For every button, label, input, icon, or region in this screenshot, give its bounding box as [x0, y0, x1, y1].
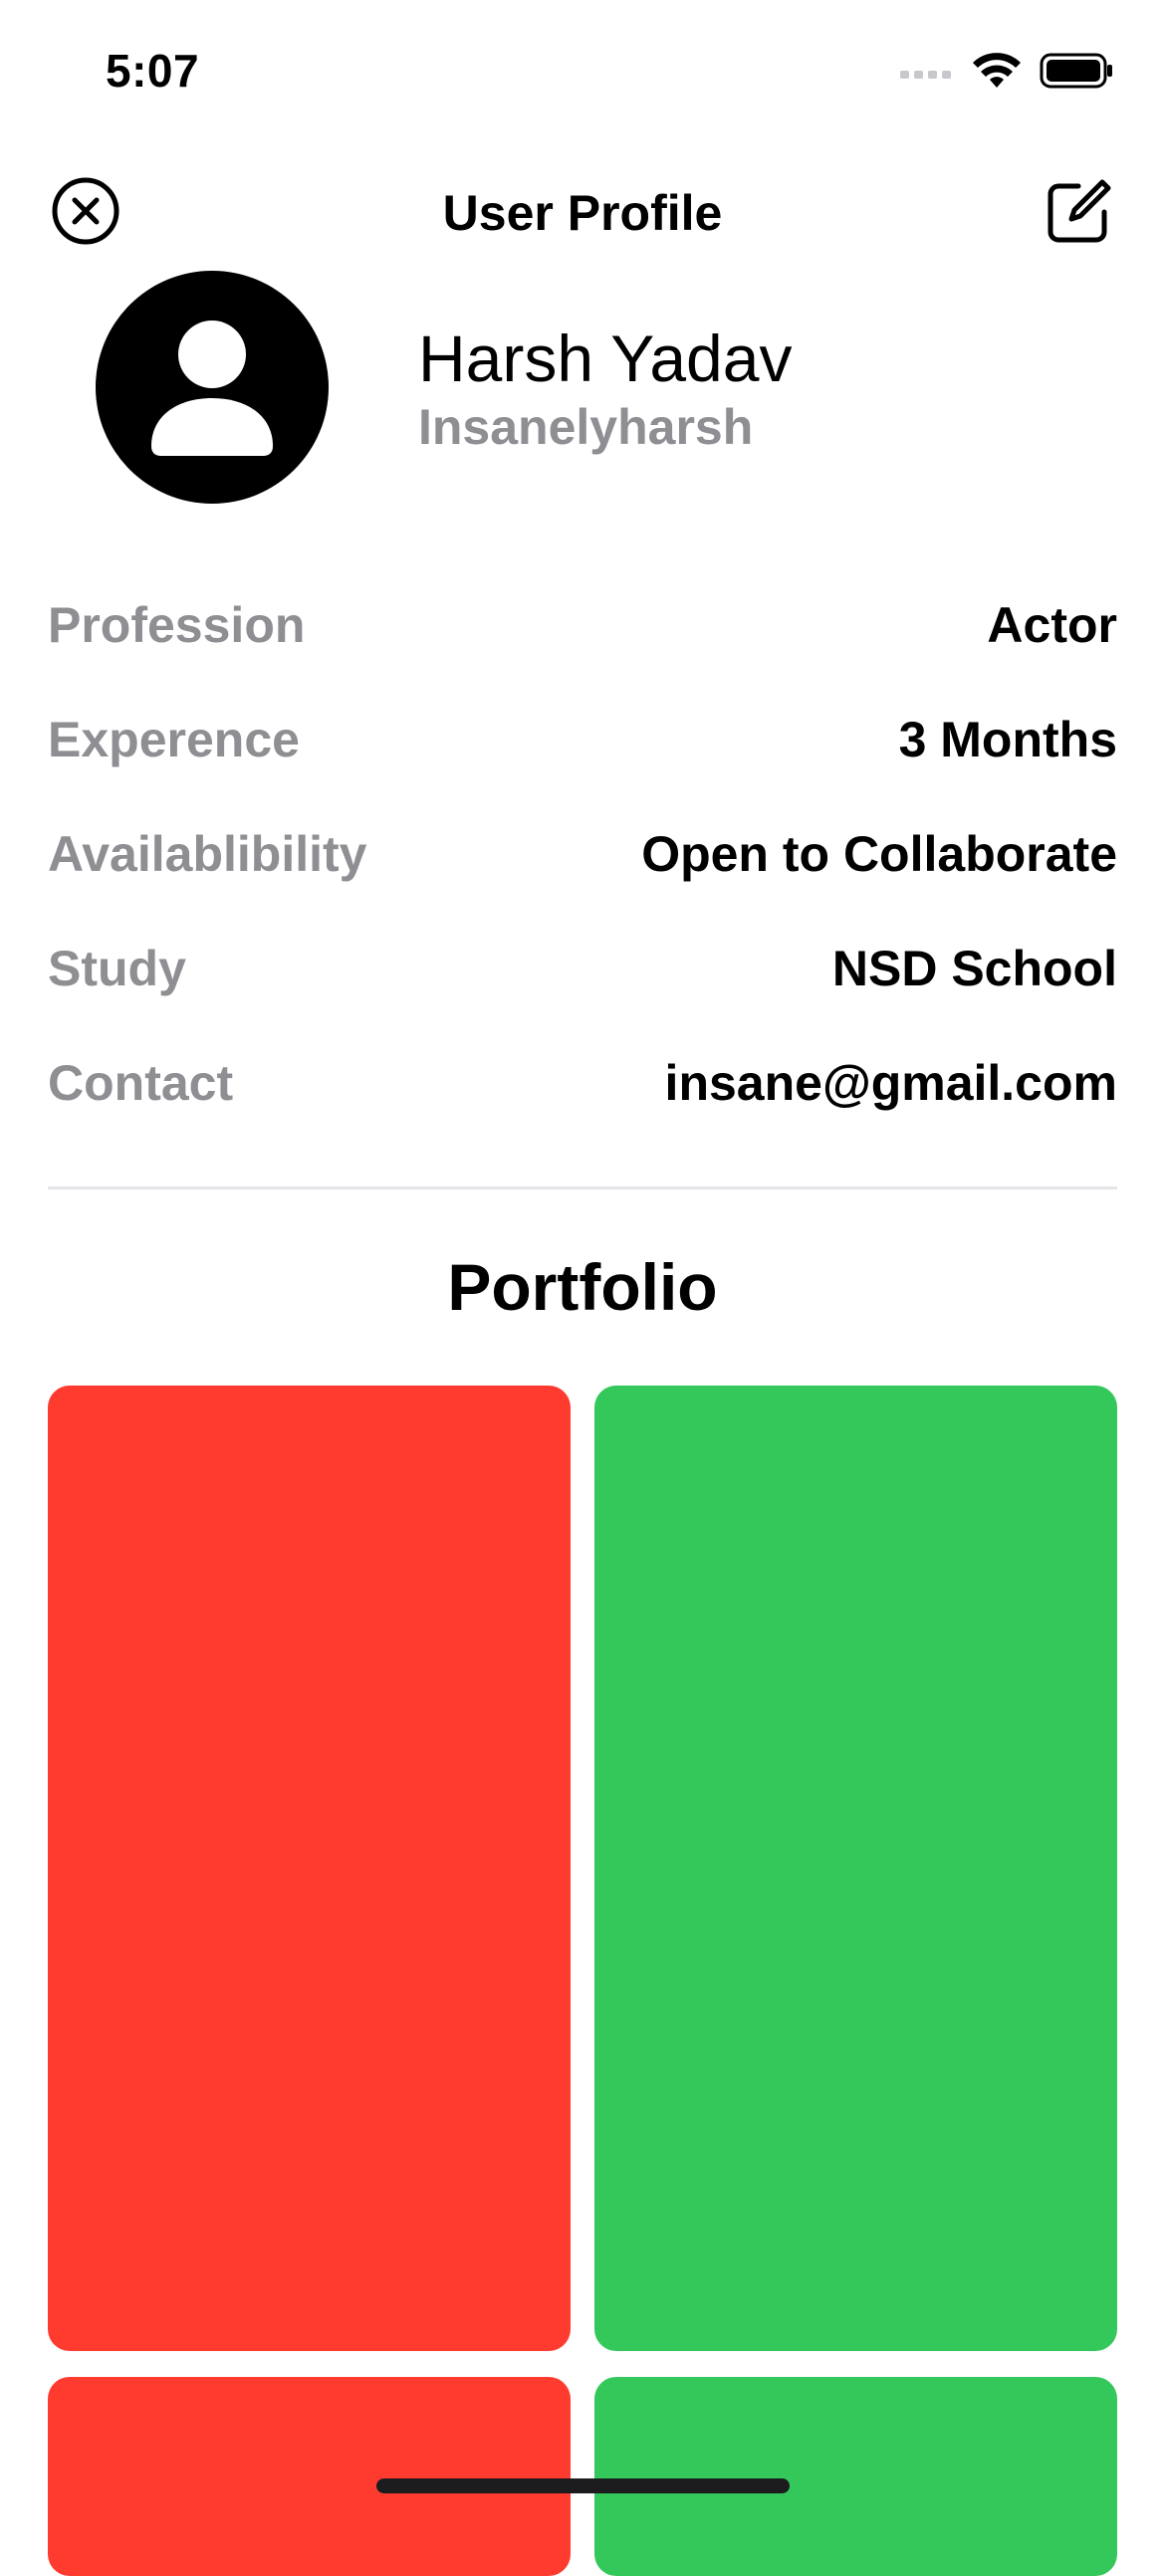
portfolio-item[interactable] [48, 2377, 571, 2576]
battery-icon [1040, 53, 1113, 94]
square-and-pencil-icon [1045, 176, 1114, 251]
status-bar: 5:07 [0, 0, 1165, 149]
portfolio-item[interactable] [594, 1386, 1117, 2351]
detail-row-experience: Experence 3 Months [48, 704, 1117, 818]
detail-label: Contact [48, 1055, 234, 1111]
portfolio-item[interactable] [48, 1386, 571, 2351]
portfolio-title: Portfolio [447, 1250, 718, 1324]
status-time: 5:07 [106, 45, 200, 97]
portfolio-item[interactable] [594, 2377, 1117, 2576]
detail-row-profession: Profession Actor [48, 589, 1117, 704]
detail-row-availability: Availablibility Open to Collaborate [48, 818, 1117, 933]
page-title: User Profile [442, 185, 723, 241]
home-indicator [376, 2478, 790, 2493]
profile-name: Harsh Yadav [418, 322, 793, 395]
detail-value: Open to Collaborate [641, 826, 1117, 882]
detail-label: Experence [48, 712, 300, 767]
cellular-signal-icon [900, 63, 954, 84]
detail-row-study: Study NSD School [48, 933, 1117, 1047]
contact-email[interactable]: insane@gmail.com [665, 1047, 1117, 1119]
edit-button[interactable] [1042, 175, 1117, 251]
detail-label: Study [48, 941, 186, 996]
person-circle-icon [96, 271, 329, 508]
avatar [96, 271, 329, 504]
detail-label: Availablibility [48, 826, 367, 882]
detail-row-contact: Contact insane@gmail.com [48, 1047, 1117, 1162]
detail-value: 3 Months [898, 712, 1117, 767]
wifi-icon [972, 52, 1022, 95]
nav-bar: User Profile [0, 159, 1165, 269]
profile-handle: Insanelyharsh [418, 399, 754, 455]
detail-value: Actor [987, 597, 1117, 653]
detail-label: Profession [48, 597, 306, 653]
divider [48, 1186, 1117, 1189]
detail-value: NSD School [831, 941, 1117, 996]
profile-details: Profession Actor Experence 3 Months Avai… [48, 589, 1117, 1162]
status-icons [900, 52, 1113, 95]
